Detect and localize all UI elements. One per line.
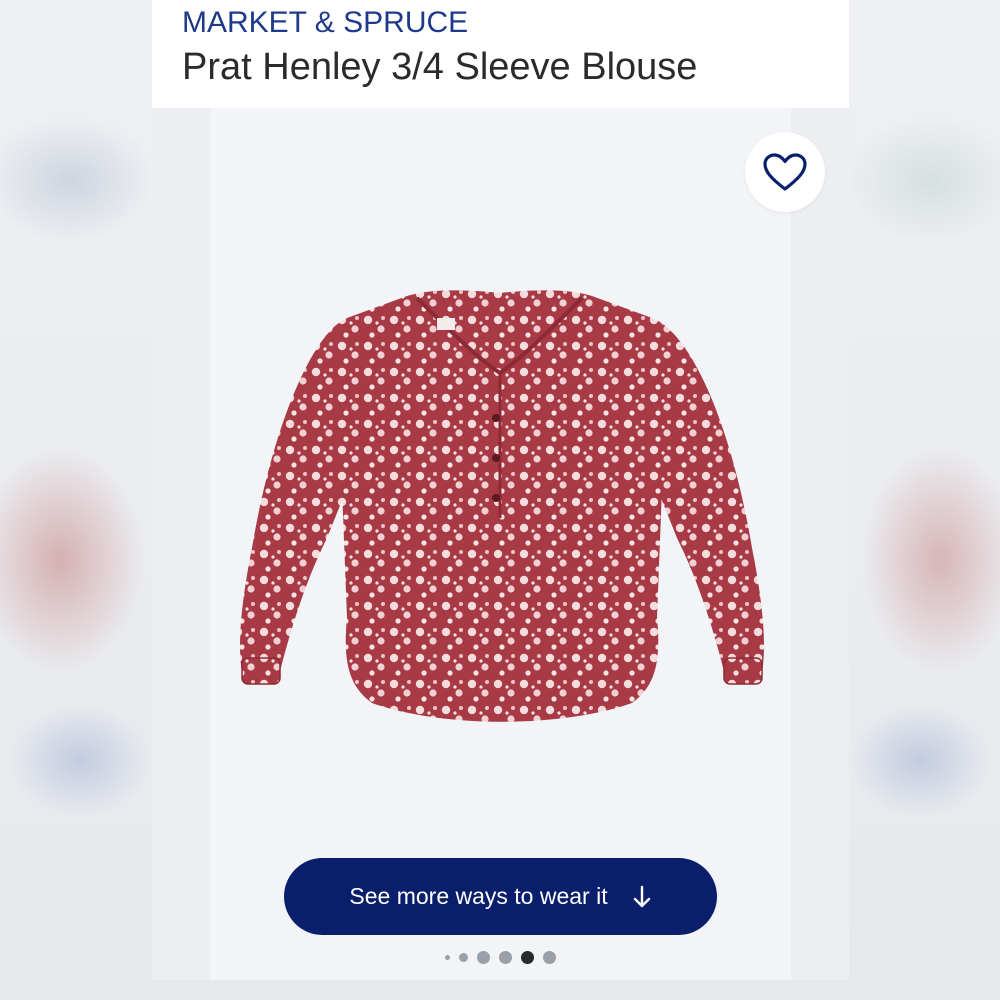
arrow-down-icon bbox=[632, 885, 652, 909]
see-more-label: See more ways to wear it bbox=[349, 883, 608, 909]
product-screen: MARKET & SPRUCE Prat Henley 3/4 Sleeve B… bbox=[152, 0, 849, 980]
product-title: Prat Henley 3/4 Sleeve Blouse bbox=[182, 46, 698, 88]
carousel-dot[interactable] bbox=[445, 955, 450, 960]
carousel-edge-left bbox=[152, 108, 210, 980]
carousel-dot[interactable] bbox=[499, 951, 512, 964]
see-more-ways-button[interactable]: See more ways to wear it bbox=[284, 858, 717, 935]
carousel-dot[interactable] bbox=[543, 951, 556, 964]
brand-name[interactable]: MARKET & SPRUCE bbox=[182, 6, 468, 40]
heart-outline-icon bbox=[763, 153, 807, 191]
carousel-dot[interactable] bbox=[459, 953, 468, 962]
carousel-edge-right bbox=[791, 108, 849, 980]
favorite-button[interactable] bbox=[745, 132, 825, 212]
product-image-carousel[interactable]: See more ways to wear it bbox=[152, 108, 849, 980]
carousel-pagination bbox=[152, 951, 849, 964]
carousel-dot-active[interactable] bbox=[521, 951, 534, 964]
blouse-photo bbox=[240, 290, 764, 722]
carousel-dot[interactable] bbox=[477, 951, 490, 964]
